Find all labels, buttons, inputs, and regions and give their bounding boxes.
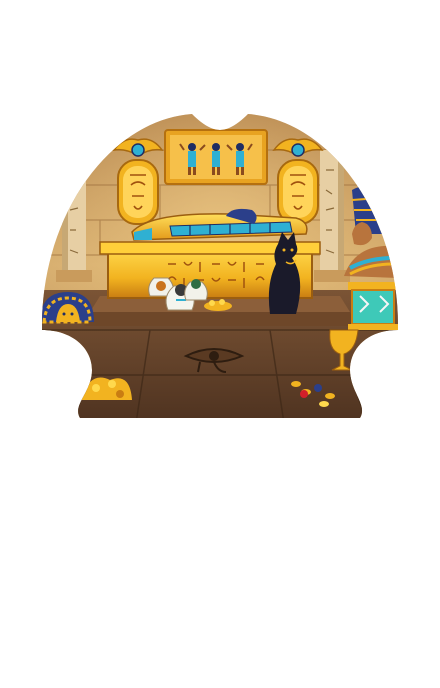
game-scene-container [0,0,440,688]
wall-relief-icon [164,129,268,185]
tomb-scene [42,114,398,418]
gold-pile-left [80,377,132,400]
lantern-icon [348,282,398,330]
